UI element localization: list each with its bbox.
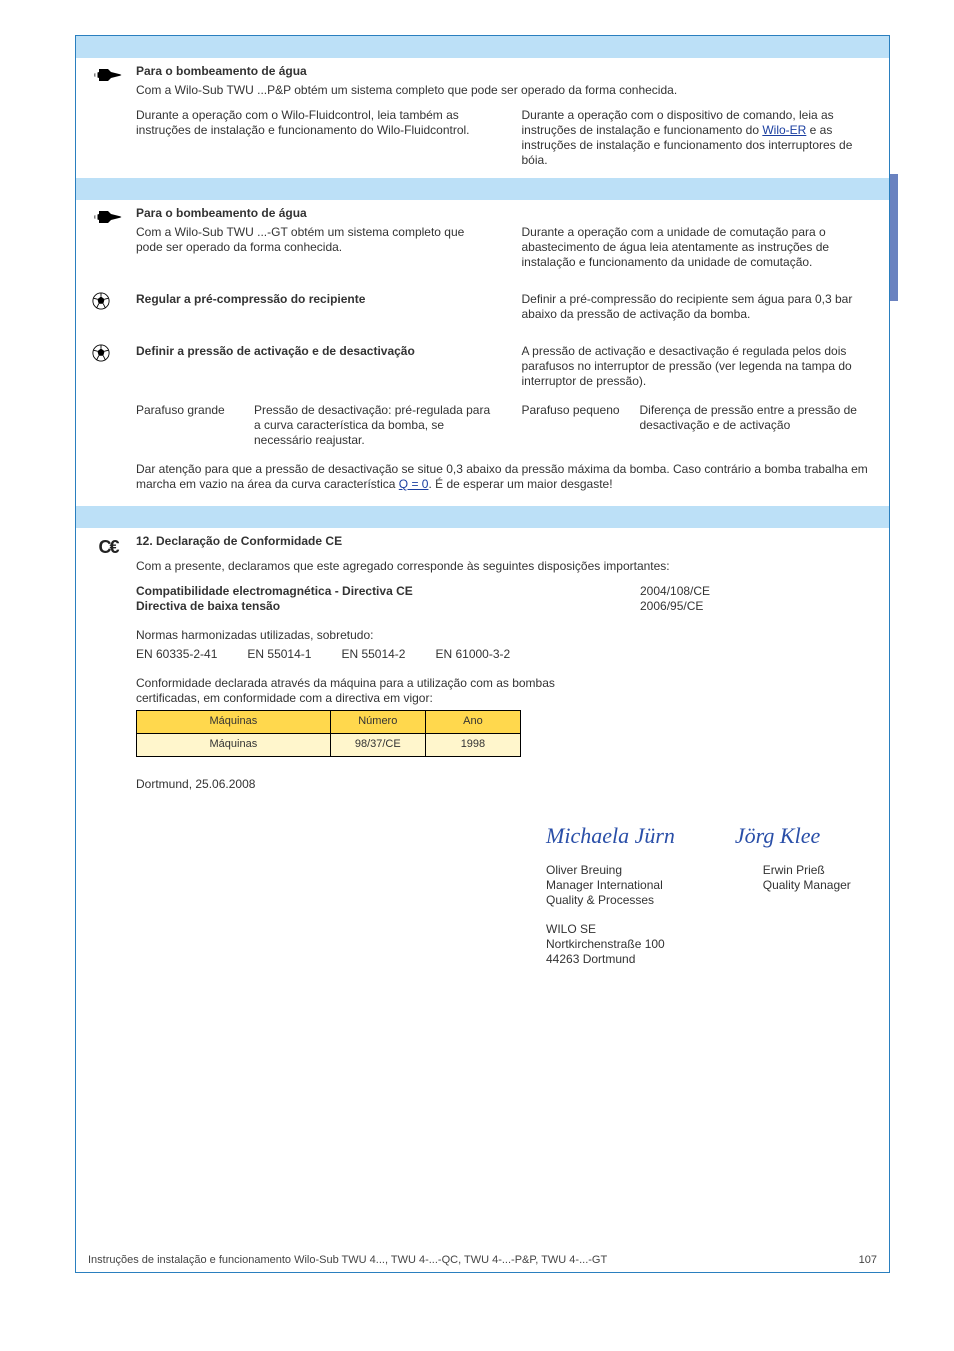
signatures: Michaela Jürn Jörg Klee (136, 822, 877, 850)
s3-std2: EN 55014-1 (247, 647, 311, 662)
s3-title: 12. Declaração de Conformidade CE (136, 534, 342, 548)
s2-p3-body: Definir a pré-compressão do recipiente s… (522, 292, 853, 321)
signature-left: Michaela Jürn (546, 822, 675, 850)
s3-lv-r: 2006/95/CE (640, 599, 703, 613)
s3-std-row: EN 60335-2-41 EN 55014-1 EN 55014-2 EN 6… (136, 647, 636, 662)
title-left: Manager International (546, 878, 663, 893)
s3-std3: EN 55014-2 (341, 647, 405, 662)
s1-p1: Com a Wilo-Sub TWU ...P&P obtém um siste… (136, 83, 877, 98)
section-2-content: Para o bombeamento de água Com a Wilo-Su… (76, 200, 889, 506)
section-bar-1 (76, 36, 889, 58)
s2-heading: Para o bombeamento de água (136, 206, 307, 220)
company-block: WILO SE Nortkirchenstraße 100 44263 Dort… (136, 922, 877, 967)
th-machines: Máquinas (137, 711, 331, 733)
s2-p2: Durante a operação com a unidade de comu… (522, 225, 878, 270)
s3-lv-l: Directiva de baixa tensão (136, 599, 280, 613)
table-row: Máquinas 98/37/CE 1998 (137, 734, 520, 756)
s3-emc-row: Compatibilidade electromagnética - Direc… (136, 584, 877, 599)
page-frame: Para o bombeamento de água Com a Wilo-Su… (75, 35, 890, 1273)
section-3-content: C€ 12. Declaração de Conformidade CE Com… (76, 528, 889, 1007)
s2-p3-label: Regular a pré-compressão do recipiente (136, 292, 365, 306)
ce-mark-icon: C€ (92, 536, 124, 558)
s3-p3: Conformidade declarada através da máquin… (136, 676, 616, 706)
s3-p1: Com a presente, declaramos que este agre… (136, 559, 877, 574)
addr1: Nortkirchenstraße 100 (546, 937, 877, 952)
s2-p1: Com a Wilo-Sub TWU ...-GT obtém um siste… (136, 225, 492, 255)
s2-b2l: Parafuso pequeno (522, 403, 632, 433)
footer-left: Instruções de instalação e funcionamento… (88, 1254, 607, 1266)
s2-row4: Parafuso grande Pressão de desactivação:… (136, 403, 877, 448)
s2-p5b: . É de esperar um maior desgaste! (428, 477, 612, 491)
signatory-left: Oliver Breuing Manager International Qua… (546, 863, 663, 908)
s1-p2-link[interactable]: Wilo-ER (762, 123, 806, 137)
s2-p5-wrap: Dar atenção para que a pressão de desact… (136, 462, 877, 492)
s2-row3: Definir a pressão de activação e de desa… (136, 344, 877, 389)
addr2: 44263 Dortmund (546, 952, 877, 967)
s2-q0-link[interactable]: Q = 0 (399, 477, 429, 491)
s2-b2r: Diferença de pressão entre a pressão de … (640, 403, 878, 433)
section-bar-3 (76, 506, 889, 528)
s1-col-right: Durante a operação com o dispositivo de … (522, 108, 878, 168)
signatory-row: Oliver Breuing Manager International Qua… (136, 863, 877, 908)
title-right: Quality Manager (763, 878, 851, 893)
s3-emc-r: 2004/108/CE (640, 584, 710, 598)
ce-mark-text: C€ (98, 536, 117, 559)
s2-row1: Com a Wilo-Sub TWU ...-GT obtém um siste… (136, 225, 877, 274)
td-year: 1998 (426, 734, 520, 756)
s1-heading: Para o bombeamento de água (136, 64, 307, 78)
title-left2: Quality & Processes (546, 893, 663, 908)
name-left: Oliver Breuing (546, 863, 663, 878)
s1-p2a: Durante a operação com o Wilo-Fluidcontr… (136, 108, 470, 137)
soccer-ball-icon-2 (92, 344, 110, 366)
s3-std1: EN 60335-2-41 (136, 647, 217, 662)
s3-emc-l: Compatibilidade electromagnética - Direc… (136, 584, 413, 598)
pointing-hand-icon (92, 66, 124, 88)
s2-row2: Regular a pré-compressão do recipiente D… (136, 292, 877, 322)
company: WILO SE (546, 922, 877, 937)
signatory-right: Erwin Prieß Quality Manager (763, 863, 851, 908)
s3-std4: EN 61000-3-2 (435, 647, 510, 662)
s2-p4-body: A pressão de activação e desactivação é … (522, 344, 852, 388)
s1-row: Durante a operação com o Wilo-Fluidcontr… (136, 108, 877, 168)
s3-lv-row: Directiva de baixa tensão 2006/95/CE (136, 599, 877, 614)
s2-b1r: Pressão de desactivação: pré-regulada pa… (254, 403, 492, 448)
td-number: 98/37/CE (331, 734, 426, 756)
hand-icon-svg-2 (93, 208, 123, 226)
s1-col-left: Durante a operação com o Wilo-Fluidcontr… (136, 108, 492, 168)
s2-b1l: Parafuso grande (136, 403, 246, 448)
machines-table: Máquinas Número Ano Máquinas 98/37/CE 19… (136, 710, 521, 757)
table-header-row: Máquinas Número Ano (137, 711, 520, 734)
s3-p2: Normas harmonizadas utilizadas, sobretud… (136, 628, 877, 643)
soccer-ball-icon-1 (92, 292, 110, 314)
hand-icon-svg (93, 66, 123, 84)
name-right: Erwin Prieß (763, 863, 851, 878)
side-tab (890, 174, 898, 301)
s2-p4-label: Definir a pressão de activação e de desa… (136, 344, 415, 358)
pointing-hand-icon-2 (92, 208, 124, 230)
section-1-content: Para o bombeamento de água Com a Wilo-Su… (76, 58, 889, 178)
th-year: Ano (426, 711, 520, 733)
signature-right: Jörg Klee (735, 822, 820, 850)
page-footer: Instruções de instalação e funcionamento… (88, 1254, 877, 1266)
td-machines: Máquinas (137, 734, 331, 756)
s3-date: Dortmund, 25.06.2008 (136, 777, 877, 792)
section-bar-2 (76, 178, 889, 200)
footer-page-number: 107 (859, 1254, 877, 1266)
th-number: Número (331, 711, 426, 733)
